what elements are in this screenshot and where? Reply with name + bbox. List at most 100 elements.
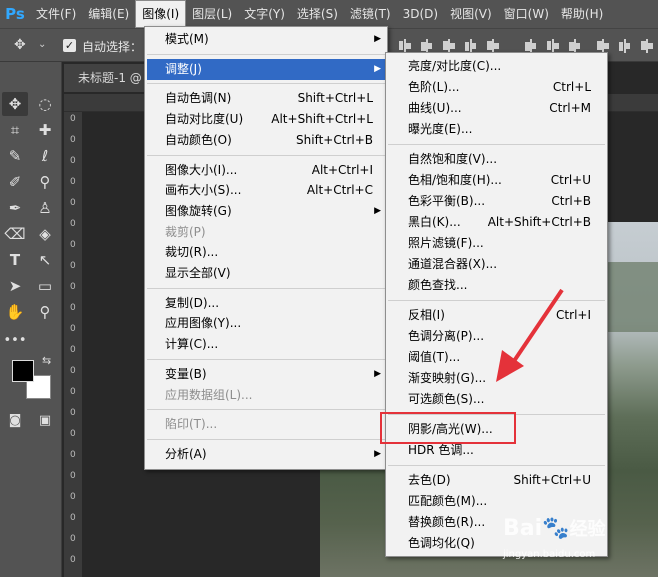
menu-item-label: 裁切(R)... <box>165 245 219 260</box>
menu-item[interactable]: 自然饱和度(V)... <box>388 149 605 170</box>
menu-item-label: 图像大小(I)... <box>165 162 238 177</box>
menu-item-shortcut: Alt+Ctrl+I <box>311 162 373 177</box>
menu-item[interactable]: 显示全部(V) <box>147 263 385 284</box>
ruler-tick-label: 0 <box>70 156 76 166</box>
menu-item[interactable]: 计算(C)... <box>147 334 385 355</box>
menubar-item[interactable]: 文字(Y) <box>238 0 291 28</box>
more-tools-icon[interactable]: ••• <box>2 328 28 352</box>
chevron-down-icon[interactable]: ⌄ <box>38 39 46 50</box>
lasso-tool-icon[interactable]: ℓ <box>32 144 58 168</box>
align-icon[interactable] <box>420 39 434 53</box>
ruler-tick-label: 0 <box>70 324 76 334</box>
menubar-item[interactable]: 选择(S) <box>291 0 344 28</box>
rectangle-tool-icon[interactable]: ▭ <box>32 274 58 298</box>
ruler-tick-label: 0 <box>70 198 76 208</box>
eyedropper-icon[interactable]: ⚲ <box>32 170 58 194</box>
align-icon[interactable] <box>398 39 412 53</box>
hand-tool-icon[interactable]: ✋ <box>2 300 28 324</box>
auto-select-checkbox[interactable]: ✓ <box>63 39 76 52</box>
menu-item[interactable]: 模式(M) ▶ <box>147 29 385 50</box>
menu-item[interactable]: 分析(A) ▶ <box>147 444 385 465</box>
menu-item[interactable]: 色阶(L)... Ctrl+L <box>388 77 605 98</box>
type-tool-icon[interactable]: T <box>2 248 28 272</box>
screen-mode-icon[interactable]: ▣ <box>32 408 58 432</box>
align-icon[interactable] <box>596 39 610 53</box>
menu-item[interactable]: 色彩平衡(B)... Ctrl+B <box>388 191 605 212</box>
menu-item-label: 陷印(T)... <box>165 417 218 432</box>
menu-item[interactable]: 色相/饱和度(H)... Ctrl+U <box>388 170 605 191</box>
swap-colors-icon[interactable]: ⇆ <box>42 354 51 367</box>
menu-item[interactable]: 画布大小(S)... Alt+Ctrl+C <box>147 180 385 201</box>
menubar-item[interactable]: 滤镜(T) <box>344 0 397 28</box>
menubar-item[interactable]: 图像(I) <box>135 0 187 28</box>
menu-item[interactable]: 通道混合器(X)... <box>388 254 605 275</box>
quick-mask-icon[interactable]: ◙ <box>2 408 28 432</box>
menu-item[interactable]: 曝光度(E)... <box>388 119 605 140</box>
menu-separator <box>388 465 605 466</box>
menubar-item[interactable]: 文件(F) <box>30 0 82 28</box>
menu-item[interactable]: 曲线(U)... Ctrl+M <box>388 98 605 119</box>
ruler-tick-label: 0 <box>70 345 76 355</box>
menubar-item[interactable]: 编辑(E) <box>82 0 135 28</box>
menu-item[interactable]: 调整(J) ▶ <box>147 58 385 80</box>
menu-item[interactable]: 图像大小(I)... Alt+Ctrl+I <box>147 160 385 181</box>
zoom-tool-icon[interactable]: ⚲ <box>32 300 58 324</box>
ruler-tick-label: 0 <box>70 534 76 544</box>
ruler-tick-label: 0 <box>70 366 76 376</box>
menu-item[interactable]: 亮度/对比度(C)... <box>388 56 605 77</box>
paint-brush-icon[interactable]: ✒ <box>2 196 28 220</box>
menubar-item[interactable]: 3D(D) <box>397 0 444 28</box>
menu-item[interactable]: 照片滤镜(F)... <box>388 233 605 254</box>
menu-item-label: 色彩平衡(B)... <box>408 194 486 208</box>
eraser-tool-icon[interactable]: ⌫ <box>2 222 28 246</box>
menubar-item[interactable]: 图层(L) <box>186 0 238 28</box>
align-icon[interactable] <box>464 39 478 53</box>
menu-item[interactable]: 应用图像(Y)... <box>147 313 385 334</box>
paint-bucket-icon[interactable]: ◈ <box>32 222 58 246</box>
menu-item[interactable]: 裁切(R)... <box>147 242 385 263</box>
path-select-icon[interactable]: ↖ <box>32 248 58 272</box>
ruler-tick-label: 0 <box>70 219 76 229</box>
menu-item[interactable]: 黑白(K)... Alt+Shift+Ctrl+B <box>388 212 605 233</box>
ruler-tick-label: 0 <box>70 513 76 523</box>
menu-item-shortcut: Shift+Ctrl+L <box>297 91 373 106</box>
menu-item[interactable]: 变量(B) ▶ <box>147 364 385 385</box>
menu-item[interactable]: 可选颜色(S)... <box>388 389 605 410</box>
document-tab[interactable]: 未标题-1 @ <box>64 64 149 92</box>
menu-item-label: 模式(M) <box>165 32 209 46</box>
menu-separator <box>147 409 385 411</box>
move-tool-icon[interactable]: ✥ <box>14 37 26 53</box>
menu-item[interactable]: 自动色调(N) Shift+Ctrl+L <box>147 88 385 109</box>
menu-item[interactable]: 去色(D) Shift+Ctrl+U <box>388 470 605 491</box>
align-icon[interactable] <box>486 39 500 53</box>
menubar-item[interactable]: 窗口(W) <box>498 0 555 28</box>
align-icon[interactable] <box>640 39 654 53</box>
align-icon[interactable] <box>524 39 538 53</box>
menubar-item[interactable]: 视图(V) <box>444 0 498 28</box>
move-tool-icon[interactable]: ✥ <box>2 92 28 116</box>
menu-item[interactable]: 自动颜色(O) Shift+Ctrl+B <box>147 130 385 151</box>
healing-brush-icon[interactable]: ✚ <box>32 118 58 142</box>
menu-item-shortcut: Shift+Ctrl+U <box>513 473 591 487</box>
menu-item[interactable]: 复制(D)... <box>147 293 385 314</box>
stamp-tool-icon[interactable]: ♙ <box>32 196 58 220</box>
brush-tool-icon[interactable]: ✐ <box>2 170 28 194</box>
menu-item-label: 照片滤镜(F)... <box>408 236 484 250</box>
align-icon[interactable] <box>568 39 582 53</box>
direct-select-icon[interactable]: ➤ <box>2 274 28 298</box>
align-icon[interactable] <box>442 39 456 53</box>
menu-item[interactable]: 匹配颜色(M)... <box>388 491 605 512</box>
menu-item-label: 自动对比度(U) <box>165 112 244 127</box>
crop-tool-icon[interactable]: ⌗ <box>2 118 28 142</box>
align-icon[interactable] <box>546 39 560 53</box>
quick-select-icon[interactable]: ✎ <box>2 144 28 168</box>
foreground-color-swatch[interactable] <box>12 360 34 382</box>
paw-icon: 🐾 <box>542 516 570 541</box>
menu-item-label: 图像旋转(G) <box>165 203 232 218</box>
annotation-highlight-box <box>380 412 516 444</box>
marquee-tool-icon[interactable]: ◌ <box>32 92 58 116</box>
align-icon[interactable] <box>618 39 632 53</box>
menubar-item[interactable]: 帮助(H) <box>555 0 609 28</box>
menu-item[interactable]: 图像旋转(G) ▶ <box>147 201 385 222</box>
menu-item[interactable]: 自动对比度(U) Alt+Shift+Ctrl+L <box>147 109 385 130</box>
